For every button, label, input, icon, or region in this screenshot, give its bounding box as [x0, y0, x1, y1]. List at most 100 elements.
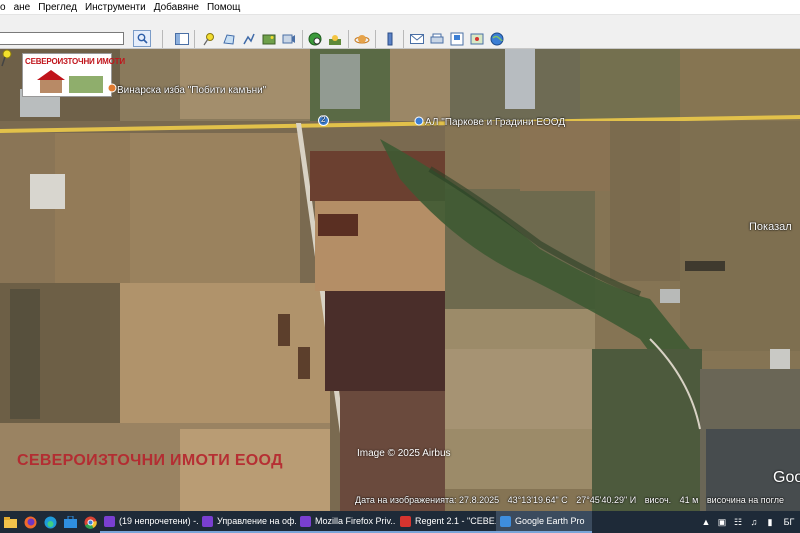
tab-label: (19 непрочетени) -... — [119, 516, 198, 526]
tab-label: Google Earth Pro — [515, 516, 585, 526]
toolbar-separator — [348, 30, 349, 48]
language-indicator[interactable]: БГ — [778, 511, 800, 533]
satellite-imagery[interactable] — [0, 49, 800, 511]
logo-image: СЕВЕРОИЗТОЧНИ ИМОТИ — [22, 53, 125, 97]
menu-file[interactable]: ане — [14, 2, 31, 13]
place-label-gardens[interactable]: АЛ "Паркове и Градини ЕООД — [425, 117, 565, 128]
battery-icon[interactable]: ▮ — [762, 511, 778, 533]
path-icon — [242, 33, 255, 45]
system-tray: ▲ ▣ ☷ ♫ ▮ БГ — [698, 511, 800, 533]
chevron-up-icon[interactable]: ▲ — [698, 511, 714, 533]
place-marker-icon — [414, 116, 424, 126]
toolbar-separator — [162, 30, 163, 48]
email-icon — [409, 34, 424, 44]
browser-icon — [300, 515, 311, 527]
search-icon — [137, 33, 148, 44]
sunlight-button[interactable] — [326, 31, 343, 47]
clock-globe-icon — [308, 32, 321, 46]
edge-icon — [44, 516, 56, 528]
longitude: 27°45'40.29" И — [576, 495, 637, 505]
road-number: 2 — [321, 115, 326, 124]
menu-bar: о ане Преглед Инструменти Добавяне Помощ — [0, 0, 800, 15]
historical-imagery-button[interactable] — [306, 31, 323, 47]
firefox-button[interactable] — [20, 511, 40, 533]
edge-button[interactable] — [40, 511, 60, 533]
planets-button[interactable] — [353, 31, 370, 47]
place-label-winery[interactable]: Винарска изба "Побити камъни" — [117, 85, 266, 96]
browser-icon — [104, 515, 115, 527]
imagery-copyright: Image © 2025 Airbus — [357, 448, 451, 459]
record-tour-button[interactable] — [280, 31, 297, 47]
add-polygon-button[interactable] — [220, 31, 237, 47]
elevation-label: височ. — [644, 495, 672, 505]
toolbar-separator — [194, 30, 195, 48]
menu-tools[interactable]: Инструменти — [85, 2, 146, 13]
sidebar-icon — [174, 33, 189, 45]
latitude: 43°13'19.64" С — [507, 495, 568, 505]
chrome-icon — [84, 516, 97, 529]
sunlight-icon — [328, 35, 341, 45]
menu-add[interactable]: Добавяне — [154, 2, 199, 13]
google-earth-icon — [500, 515, 511, 527]
map-view[interactable]: СЕВЕРОИЗТОЧНИ ИМОТИ Винарска изба "Побит… — [0, 49, 800, 511]
tour-icon — [282, 34, 295, 44]
watermark-text: СЕВЕРОИЗТОЧНИ ИМОТИ ЕООД — [17, 452, 283, 469]
save-image-button[interactable] — [448, 31, 465, 47]
toolbar-separator — [403, 30, 404, 48]
taskbar-tab-google-earth[interactable]: Google Earth Pro — [496, 511, 592, 533]
volume-icon[interactable]: ♫ — [746, 511, 762, 533]
pushpin-icon — [203, 33, 214, 46]
pushpin-icon[interactable] — [0, 49, 12, 67]
tab-label: Regent 2.1 - "CEBE... — [415, 516, 496, 526]
maps-button[interactable] — [468, 31, 485, 47]
email-button[interactable] — [408, 31, 425, 47]
house-illustration — [37, 70, 103, 93]
planet-icon — [354, 35, 369, 44]
taskbar-tab-mail[interactable]: (19 непрочетени) -... — [100, 511, 198, 533]
browser-icon — [202, 515, 213, 527]
file-explorer-button[interactable] — [0, 511, 20, 533]
network-icon[interactable]: ☷ — [730, 511, 746, 533]
pushpin-label[interactable]: Показал — [749, 221, 792, 233]
place-marker-icon — [107, 83, 117, 93]
regent-icon — [400, 515, 411, 527]
print-icon — [430, 33, 443, 43]
firefox-icon — [24, 516, 36, 528]
store-icon — [63, 516, 77, 528]
image-overlay-icon — [262, 34, 275, 45]
menu-help[interactable]: Помощ — [207, 2, 240, 13]
status-bar: Дата на изображенията: 27.8.2025 43°13'1… — [355, 495, 790, 505]
taskbar-tab-office[interactable]: Управление на оф... — [198, 511, 296, 533]
window-title: о — [0, 1, 6, 13]
toolbar-separator — [375, 30, 376, 48]
globe-icon — [490, 32, 503, 46]
tab-label: Управление на оф... — [217, 516, 296, 526]
add-path-button[interactable] — [240, 31, 257, 47]
chrome-button[interactable] — [80, 511, 100, 533]
eye-altitude: височина на погле — [706, 495, 784, 505]
taskbar: (19 непрочетени) -... Управление на оф..… — [0, 511, 800, 533]
toolbar-separator — [302, 30, 303, 48]
save-image-icon — [450, 32, 463, 46]
search-button[interactable] — [133, 30, 151, 47]
tab-label: Mozilla Firefox Priv... — [315, 516, 396, 526]
folder-icon — [3, 516, 17, 528]
taskbar-tab-firefox-private[interactable]: Mozilla Firefox Priv... — [296, 511, 396, 533]
polygon-icon — [222, 34, 235, 45]
app-tray-icon[interactable]: ▣ — [714, 511, 730, 533]
store-button[interactable] — [60, 511, 80, 533]
earth-gallery-button[interactable] — [488, 31, 505, 47]
add-placemark-button[interactable] — [200, 31, 217, 47]
add-image-overlay-button[interactable] — [260, 31, 277, 47]
ruler-button[interactable] — [381, 31, 398, 47]
search-input[interactable] — [0, 32, 124, 45]
map-icon — [470, 33, 483, 45]
elevation-value: 41 м — [679, 495, 699, 505]
print-button[interactable] — [428, 31, 445, 47]
ruler-icon — [387, 32, 392, 46]
logo-text: СЕВЕРОИЗТОЧНИ ИМОТИ — [25, 57, 125, 66]
taskbar-tab-regent[interactable]: Regent 2.1 - "CEBE... — [396, 511, 496, 533]
menu-view[interactable]: Преглед — [38, 2, 77, 13]
google-logo: Goo — [773, 469, 800, 486]
sidebar-toggle-button[interactable] — [173, 31, 190, 47]
